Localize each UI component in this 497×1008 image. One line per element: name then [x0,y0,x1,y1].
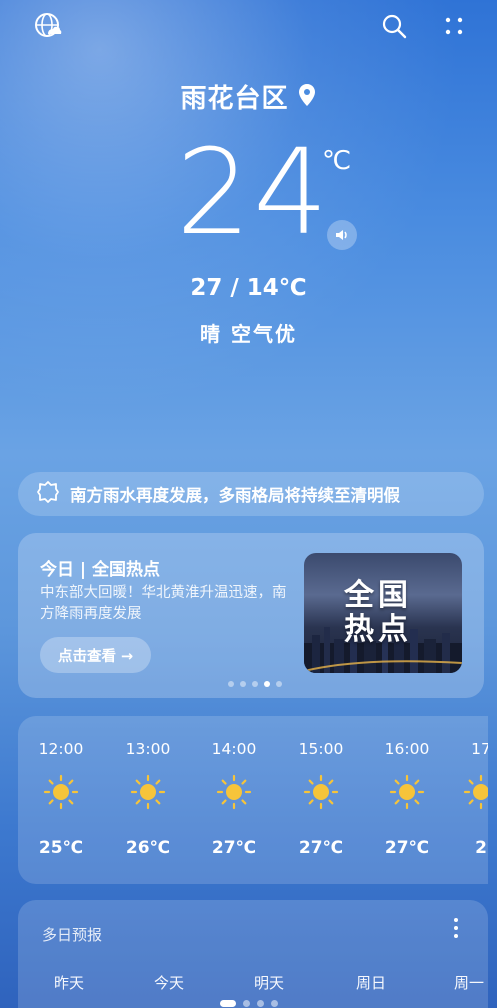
hourly-time: 17 [471,740,488,758]
news-title: 今日 | 全国热点 [40,560,161,580]
hourly-time: 14:00 [211,740,257,758]
news-description: 中东部大回暖！华北黄淮升温迅速，南方降雨再度发展 [40,585,287,622]
page-dot [256,1000,264,1007]
temperature-value: 24 [176,123,331,261]
view-news-button[interactable]: 点击查看 → [40,637,152,673]
weather-condition: 晴 空气优 [200,322,297,346]
day-label: 昨天 [54,974,85,992]
location-row[interactable]: 雨花台区 [0,78,497,115]
hourly-temp: 27℃ [211,838,257,858]
day-label: 周日 [356,974,387,992]
weather-alert-banner[interactable]: 南方雨水再度发展，多雨格局将持续至清明假 [18,472,484,516]
hourly-time: 12:00 [38,740,84,758]
page-dot [242,1000,250,1007]
alert-icon [36,480,60,508]
pager-dot [240,681,246,687]
hourly-temp: 27℃ [298,838,344,858]
hourly-time: 13:00 [125,740,171,758]
sun-icon [389,774,425,810]
pager-dot [228,681,234,687]
sun-icon [43,774,79,810]
sun-icon [130,774,166,810]
news-thumbnail-text: 全国 热点 [344,578,412,647]
hourly-temp: 26℃ [125,838,171,858]
temperature-range: 27 / 14℃ [190,275,307,301]
pager-dot [276,681,282,687]
globe-weather-icon[interactable] [32,10,64,42]
speaker-icon[interactable] [327,220,357,250]
pager-dot [252,681,258,687]
sun-icon [463,774,488,810]
hourly-forecast[interactable]: 12:00 25℃ 13:00 26℃ 14:00 27℃ 15:00 27℃ … [18,716,488,884]
current-temperature: 24 ℃ [0,132,497,262]
news-pager-dots [228,681,282,687]
hourly-temp: 25℃ [38,838,84,858]
day-label: 周一 [454,974,485,992]
hourly-temp: 27℃ [384,838,430,858]
more-vertical-icon[interactable] [450,918,462,938]
alert-text: 南方雨水再度发展，多雨格局将持续至清明假 [70,486,400,505]
news-card[interactable]: 今日 | 全国热点 中东部大回暖！华北黄淮升温迅速，南方降雨再度发展 点击查看 … [18,533,484,698]
sun-icon [303,774,339,810]
location-pin-icon [297,83,317,111]
hourly-time: 15:00 [298,740,344,758]
day-label: 今天 [154,974,185,992]
sun-icon [216,774,252,810]
hourly-temp: 2 [475,838,487,858]
city-name: 雨花台区 [180,84,289,114]
multi-day-title: 多日预报 [42,926,103,944]
pager-dot-active [264,681,270,687]
page-dot [270,1000,278,1007]
more-grid-icon[interactable] [438,10,470,42]
page-indicator [0,1000,497,1007]
multi-day-forecast[interactable]: 多日预报 昨天 今天 明天 周日 周一 [18,900,488,1008]
day-label: 明天 [254,974,285,992]
page-dot-active [219,1000,236,1007]
hourly-time: 16:00 [384,740,430,758]
news-thumbnail[interactable]: 全国 热点 [304,553,462,673]
top-bar [0,10,497,44]
temperature-unit: ℃ [322,146,352,176]
search-icon[interactable] [378,10,410,42]
